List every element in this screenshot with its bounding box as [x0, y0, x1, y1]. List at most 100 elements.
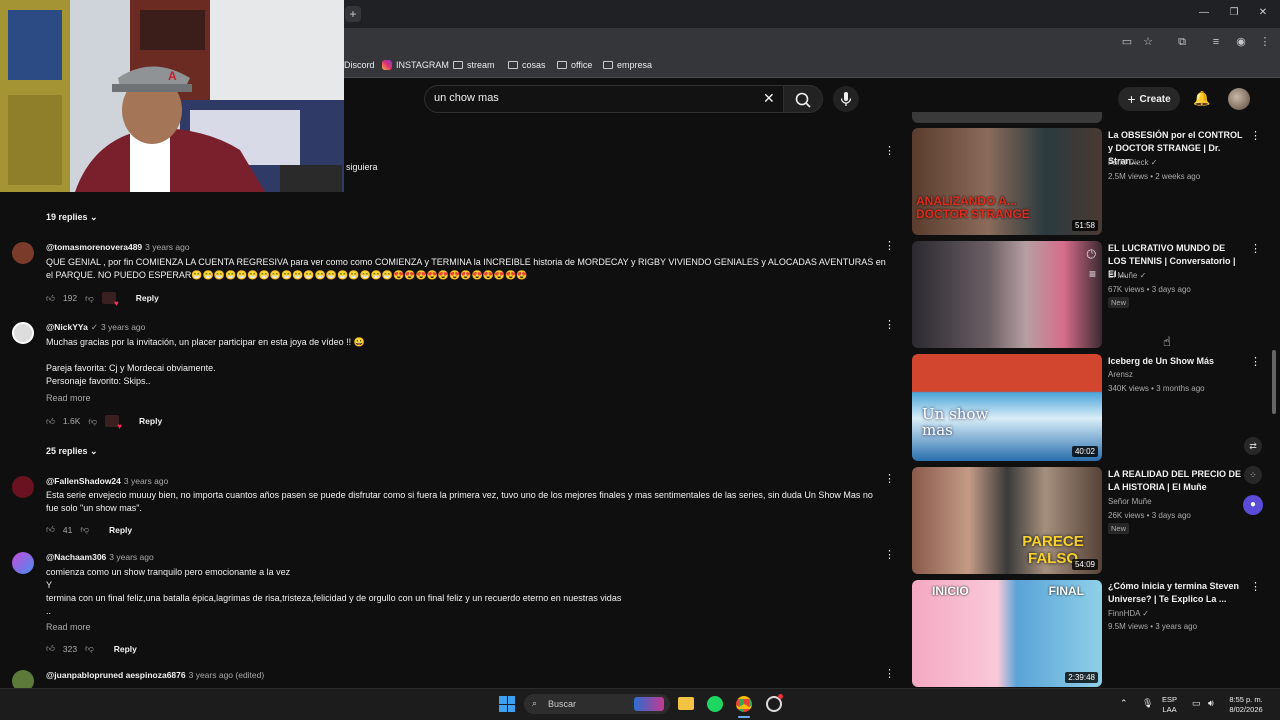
- tray-overflow-icon[interactable]: ⌃: [1120, 698, 1128, 708]
- view-replies-button[interactable]: 19 replies ⌄: [46, 212, 98, 223]
- comment-author[interactable]: @tomasmorenovera489 3 years ago: [46, 242, 190, 252]
- dislike-icon[interactable]: 👎︎: [88, 416, 97, 427]
- chrome-icon[interactable]: [736, 696, 752, 712]
- volume-icon[interactable]: 🔊︎: [1208, 698, 1214, 708]
- search-button[interactable]: [783, 85, 823, 113]
- comment-options-icon[interactable]: ⋮: [884, 669, 895, 680]
- watch-later-icon[interactable]: 🕑︎: [1087, 247, 1097, 262]
- svg-text:A: A: [168, 69, 177, 83]
- view-replies-button[interactable]: 25 replies ⌄: [46, 446, 98, 457]
- extension-float-icon[interactable]: ⁘: [1244, 466, 1262, 484]
- webcam-overlay: A: [0, 0, 344, 192]
- clock[interactable]: 8:55 p. m. 8/02/2026: [1226, 695, 1266, 715]
- voice-search-button[interactable]: [833, 86, 859, 112]
- video-thumbnail[interactable]: INICIO FINAL 2:39:48: [912, 580, 1102, 687]
- comment-options-icon[interactable]: ⋮: [884, 146, 895, 157]
- media-control-icon[interactable]: ≡: [1209, 35, 1223, 49]
- video-options-icon[interactable]: ⋮: [1250, 131, 1261, 142]
- comment-author[interactable]: @juanpablopruned aespinoza6876 3 years ag…: [46, 670, 264, 680]
- video-title[interactable]: Iceberg de Un Show Más: [1108, 355, 1246, 368]
- video-title[interactable]: ¿Cómo inicia y termina Steven Universe? …: [1108, 580, 1246, 606]
- verified-icon: ✓: [1150, 158, 1158, 167]
- video-channel[interactable]: Señor Muñe: [1108, 497, 1152, 506]
- reply-button[interactable]: Reply: [136, 293, 159, 303]
- comment-actions: 👍︎ 41 👎︎ Reply: [46, 524, 133, 535]
- video-thumbnail[interactable]: ANALIZANDO A... DOCTOR STRANGE 51:58: [912, 128, 1102, 235]
- video-thumbnail[interactable]: Un show mas 40:02: [912, 354, 1102, 461]
- dislike-icon[interactable]: 👎︎: [80, 524, 89, 535]
- video-thumbnail[interactable]: PARECE FALSO 54:09: [912, 467, 1102, 574]
- video-options-icon[interactable]: ⋮: [1250, 357, 1261, 368]
- user-avatar[interactable]: [1228, 88, 1250, 110]
- like-icon[interactable]: 👍︎: [46, 643, 55, 654]
- reply-button[interactable]: Reply: [109, 525, 132, 535]
- microphone-tray-icon[interactable]: 🎙︎: [1142, 698, 1153, 708]
- video-channel[interactable]: El Muñe ✓: [1108, 271, 1146, 280]
- taskbar-search-input[interactable]: ⌕ Buscar: [524, 694, 670, 714]
- video-channel[interactable]: Farid Dieck ✓: [1108, 158, 1157, 167]
- language-indicator[interactable]: ESP LAA: [1162, 695, 1177, 715]
- file-explorer-icon[interactable]: [678, 697, 694, 710]
- bookmark-star-icon[interactable]: ☆: [1141, 35, 1155, 49]
- comment-options-icon[interactable]: ⋮: [884, 320, 895, 331]
- scrollbar-thumb[interactable]: [1272, 350, 1276, 414]
- windows-start-icon[interactable]: [499, 696, 515, 712]
- comment-options-icon[interactable]: ⋮: [884, 241, 895, 252]
- spotify-icon[interactable]: [707, 696, 723, 712]
- bookmark-office[interactable]: office: [557, 60, 592, 70]
- create-button[interactable]: + Create: [1118, 87, 1180, 111]
- cast-icon[interactable]: ▭: [1120, 35, 1134, 49]
- minimize-icon[interactable]: —: [1197, 6, 1211, 20]
- comment-author[interactable]: @FallenShadow24 3 years ago: [46, 476, 168, 486]
- read-more-link[interactable]: Read more: [46, 622, 91, 632]
- avatar[interactable]: [12, 476, 34, 498]
- bookmark-instagram[interactable]: INSTAGRAM: [382, 60, 449, 70]
- sidebar-thumbnail-partial[interactable]: [912, 112, 1102, 123]
- dislike-icon[interactable]: 👎︎: [85, 293, 94, 304]
- extensions-icon[interactable]: ⧉: [1175, 35, 1189, 49]
- read-more-link[interactable]: Read more: [46, 393, 91, 403]
- video-title[interactable]: LA REALIDAD DEL PRECIO DE LA HISTORIA | …: [1108, 468, 1246, 494]
- comment-author[interactable]: @NickYYa ✓ 3 years ago: [46, 322, 145, 333]
- like-icon[interactable]: 👍︎: [46, 293, 55, 304]
- bookmark-cosas[interactable]: cosas: [508, 60, 546, 70]
- clear-search-icon[interactable]: ✕: [763, 90, 775, 107]
- avatar[interactable]: [12, 322, 34, 344]
- bookmark-empresa[interactable]: empresa: [603, 60, 652, 70]
- mouse-cursor: ☝︎: [1163, 334, 1171, 349]
- notifications-icon[interactable]: 🔔: [1193, 90, 1210, 107]
- video-duration: 51:58: [1071, 220, 1098, 231]
- video-options-icon[interactable]: ⋮: [1250, 582, 1261, 593]
- comment-options-icon[interactable]: ⋮: [884, 550, 895, 561]
- avatar[interactable]: [12, 242, 34, 264]
- reply-button[interactable]: Reply: [114, 644, 137, 654]
- network-icon[interactable]: ▭: [1192, 698, 1201, 708]
- video-channel[interactable]: FinnHDA ✓: [1108, 609, 1149, 618]
- thumbnail-text-right: FINAL: [1048, 584, 1084, 598]
- video-options-icon[interactable]: ⋮: [1250, 244, 1261, 255]
- restore-icon[interactable]: ❐: [1227, 6, 1241, 20]
- avatar[interactable]: [12, 552, 34, 574]
- close-window-icon[interactable]: ✕: [1256, 6, 1270, 20]
- bookmark-discord[interactable]: Discord: [344, 60, 375, 70]
- assistant-bot-icon[interactable]: ●: [1243, 495, 1263, 515]
- video-thumbnail[interactable]: 🕑︎ ≡: [912, 241, 1102, 348]
- profile-icon[interactable]: ◉: [1234, 35, 1248, 49]
- reply-button[interactable]: Reply: [139, 416, 162, 426]
- video-channel[interactable]: Arensz: [1108, 370, 1133, 379]
- comment-author[interactable]: @Nachaam306 3 years ago: [46, 552, 154, 562]
- translate-icon[interactable]: ⇄: [1244, 437, 1262, 455]
- bookmark-stream[interactable]: stream: [453, 60, 495, 70]
- folder-icon: [453, 61, 463, 69]
- dislike-icon[interactable]: 👎︎: [85, 643, 94, 654]
- add-to-queue-icon[interactable]: ≡: [1089, 267, 1096, 281]
- like-icon[interactable]: 👍︎: [46, 416, 55, 427]
- new-tab-button[interactable]: +: [345, 6, 361, 22]
- recording-dot-icon: [778, 694, 783, 699]
- creator-heart-icon: [101, 292, 119, 308]
- comment-options-icon[interactable]: ⋮: [884, 474, 895, 485]
- chevron-down-icon: ⌄: [90, 212, 98, 222]
- comment-text: comienza como un show tranquilo pero emo…: [46, 567, 622, 616]
- browser-menu-icon[interactable]: ⋮: [1258, 35, 1272, 49]
- like-icon[interactable]: 👍︎: [46, 524, 55, 535]
